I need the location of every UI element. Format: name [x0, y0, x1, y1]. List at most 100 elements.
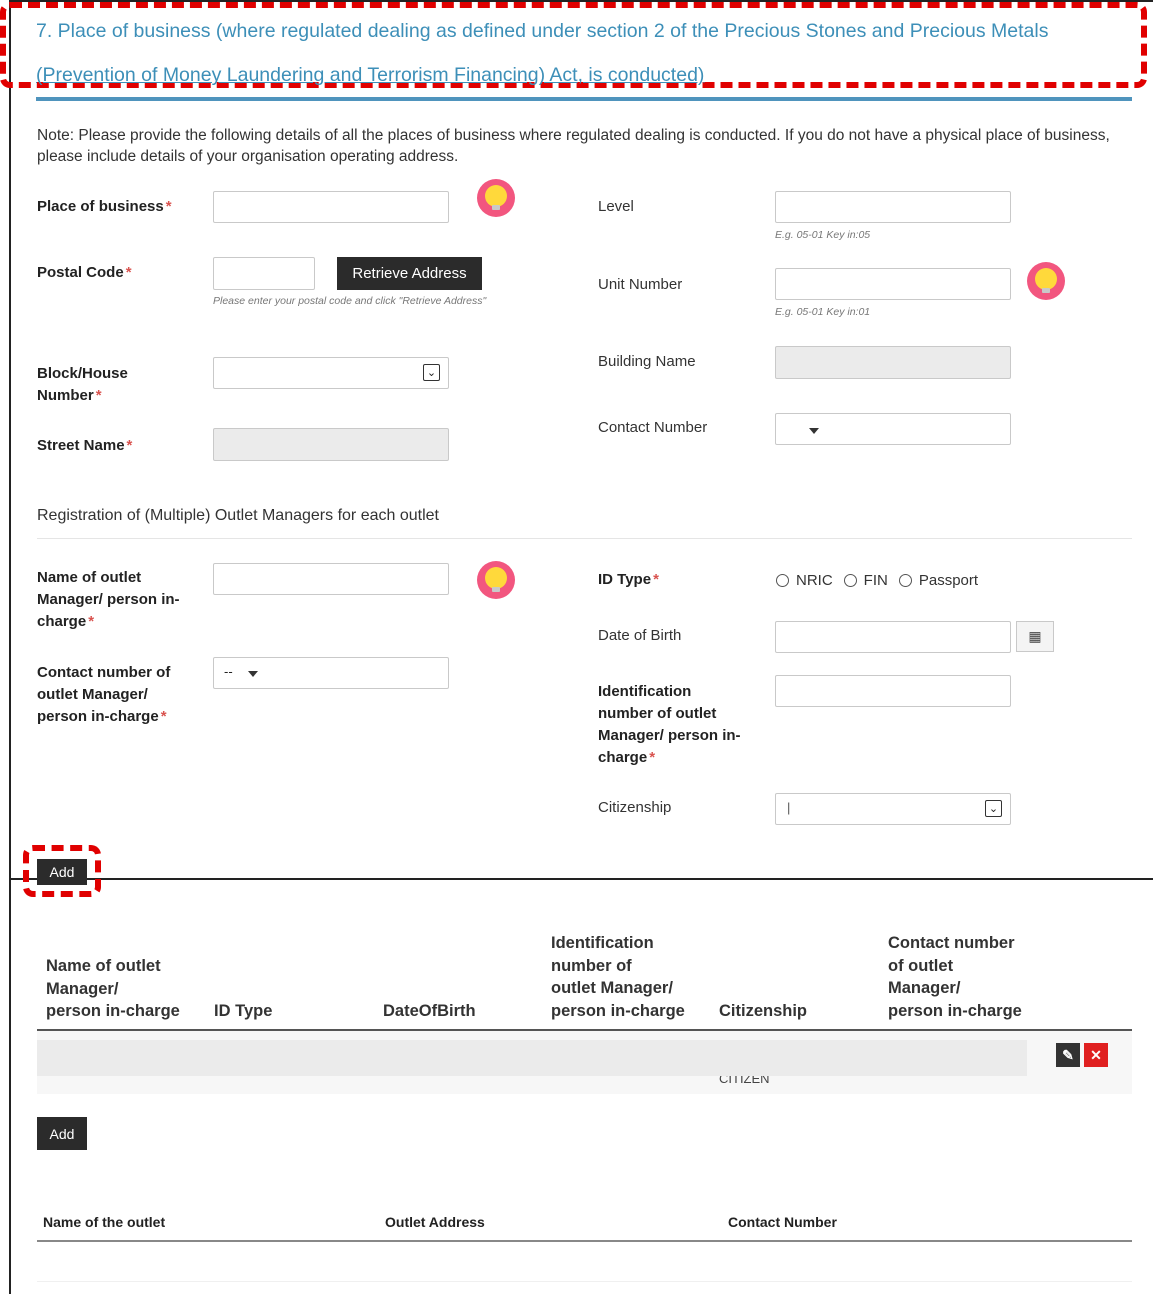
outlet-manager-contact-input[interactable]: --	[213, 657, 449, 689]
unit-number-label: Unit Number	[598, 276, 683, 293]
th-line: Manager/	[46, 979, 119, 998]
lightbulb-icon[interactable]	[477, 561, 515, 599]
th-id-type: ID Type	[214, 1000, 272, 1023]
citizenship-value: |	[787, 800, 791, 815]
block-label-line2: Number	[37, 387, 94, 404]
required-mark: *	[653, 571, 659, 588]
id-type-option-passport[interactable]: Passport	[898, 572, 979, 589]
redacted-row-content	[37, 1040, 1027, 1076]
th-line: person in-charge	[551, 1001, 685, 1020]
th-line: ID Type	[214, 1002, 273, 1020]
chevron-down-icon: ⌄	[423, 364, 440, 381]
unit-number-input[interactable]	[775, 268, 1011, 300]
outlet-manager-name-input[interactable]	[213, 563, 449, 595]
level-input[interactable]	[775, 191, 1011, 223]
postal-code-label-text: Postal Code	[37, 264, 124, 281]
th-identification-number: Identification number of outlet Manager/…	[551, 932, 685, 1022]
id-type-label: ID Type *	[598, 569, 659, 591]
outlet-manager-name-label: Name of outlet Manager/ person in- charg…	[37, 567, 180, 633]
th-line: Name of outlet	[46, 957, 161, 975]
outlet-table-body	[37, 1242, 1132, 1282]
lightbulb-icon[interactable]	[1027, 262, 1065, 300]
date-of-birth-input[interactable]	[775, 621, 1011, 653]
th-line: outlet Manager/	[551, 979, 673, 997]
street-name-label-text: Street Name	[37, 437, 125, 454]
outlet-managers-divider	[37, 538, 1132, 539]
contact-label-line1: Contact number of	[37, 664, 171, 681]
chevron-down-icon: ⌄	[985, 800, 1002, 817]
block-house-number-select[interactable]: ⌄	[213, 357, 449, 389]
th-contact-number: Contact number of outlet Manager/ person…	[888, 932, 1022, 1022]
required-mark: *	[95, 387, 102, 404]
idnum-label-line4: charge	[598, 749, 648, 766]
section-title-line1: 7. Place of business (where regulated de…	[36, 20, 1049, 42]
edit-icon[interactable]: ✎	[1056, 1043, 1080, 1067]
th-line: person in-charge	[46, 1002, 180, 1020]
id-type-option-nric[interactable]: NRIC	[776, 572, 833, 589]
country-code-dropdown-icon[interactable]	[809, 428, 819, 434]
row-citizenship-text: CITIZEN	[719, 1076, 770, 1085]
calendar-icon[interactable]: ▦	[1016, 621, 1054, 652]
id-type-option-fin[interactable]: FIN	[843, 572, 888, 589]
required-mark: *	[165, 198, 172, 215]
id-option-label: NRIC	[796, 572, 833, 589]
identification-number-label: Identification number of outlet Manager/…	[598, 681, 741, 769]
frame-left-border	[9, 0, 11, 1294]
add-manager-button[interactable]: Add	[37, 859, 87, 885]
add-outlet-button[interactable]: Add	[37, 1117, 87, 1150]
required-mark: *	[126, 437, 133, 454]
citizenship-label: Citizenship	[598, 799, 672, 816]
name-label-line3: charge	[37, 613, 87, 630]
title-underline	[36, 97, 1132, 101]
contact-label-line2: outlet Manager/	[37, 686, 148, 703]
section-note: Note: Please provide the following detai…	[37, 127, 1110, 165]
idnum-label-line2: number of outlet	[598, 705, 717, 722]
table-row: CITIZEN ✎ ✕	[37, 1031, 1132, 1094]
th-line: of outlet	[888, 956, 954, 975]
name-label-line2: Manager/ person in-	[37, 591, 180, 608]
postal-code-label: Postal Code *	[37, 262, 132, 284]
street-name-label: Street Name *	[37, 435, 132, 457]
lightbulb-glyph	[485, 567, 507, 592]
th-outlet-address: Outlet Address	[385, 1214, 485, 1230]
required-mark: *	[160, 708, 167, 725]
contact-label-line3: person in-charge	[37, 708, 159, 725]
block-label-line1: Block/House	[37, 365, 128, 382]
citizenship-select[interactable]: | ⌄	[775, 793, 1011, 825]
th-line: Citizenship	[719, 1002, 808, 1020]
th-outlet-contact: Contact Number	[728, 1214, 837, 1230]
lightbulb-icon[interactable]	[477, 179, 515, 217]
id-type-radio-group: NRIC FIN Passport	[776, 572, 989, 589]
radio-button[interactable]	[776, 574, 789, 587]
id-option-label: Passport	[918, 572, 979, 589]
idnum-label-line1: Identification	[598, 683, 692, 700]
block-house-number-label: Block/House Number *	[37, 363, 128, 407]
lightbulb-glyph	[485, 185, 507, 210]
identification-number-input[interactable]	[775, 675, 1011, 707]
street-name-input	[213, 428, 449, 461]
date-of-birth-label: Date of Birth	[598, 627, 682, 644]
place-of-business-input[interactable]	[213, 191, 449, 223]
th-line: Identification	[551, 934, 654, 952]
contact-number-input[interactable]	[775, 413, 1011, 445]
country-code-dropdown-icon[interactable]	[248, 671, 258, 677]
th-manager-name: Name of outlet Manager/ person in-charge	[46, 955, 180, 1023]
contact-number-label: Contact Number	[598, 419, 708, 436]
lightbulb-glyph	[1035, 268, 1057, 293]
id-type-label-text: ID Type	[598, 571, 652, 588]
idnum-label-line3: Manager/ person in-	[598, 727, 741, 744]
retrieve-address-button[interactable]: Retrieve Address	[337, 257, 482, 290]
required-mark: *	[88, 613, 95, 630]
level-hint: E.g. 05-01 Key in:05	[775, 229, 871, 241]
th-line: person in-charge	[888, 1001, 1022, 1020]
name-label-line1: Name of outlet	[37, 569, 142, 586]
delete-icon[interactable]: ✕	[1084, 1043, 1108, 1067]
radio-button[interactable]	[843, 574, 857, 587]
radio-button[interactable]	[898, 574, 912, 587]
th-line: Contact number	[888, 934, 1015, 952]
row-citizenship-partial: CITIZEN	[717, 1076, 837, 1085]
outlet-managers-subheading: Registration of (Multiple) Outlet Manage…	[37, 507, 439, 524]
postal-code-input[interactable]	[213, 257, 315, 290]
level-label: Level	[598, 198, 634, 215]
required-mark: *	[125, 264, 132, 281]
